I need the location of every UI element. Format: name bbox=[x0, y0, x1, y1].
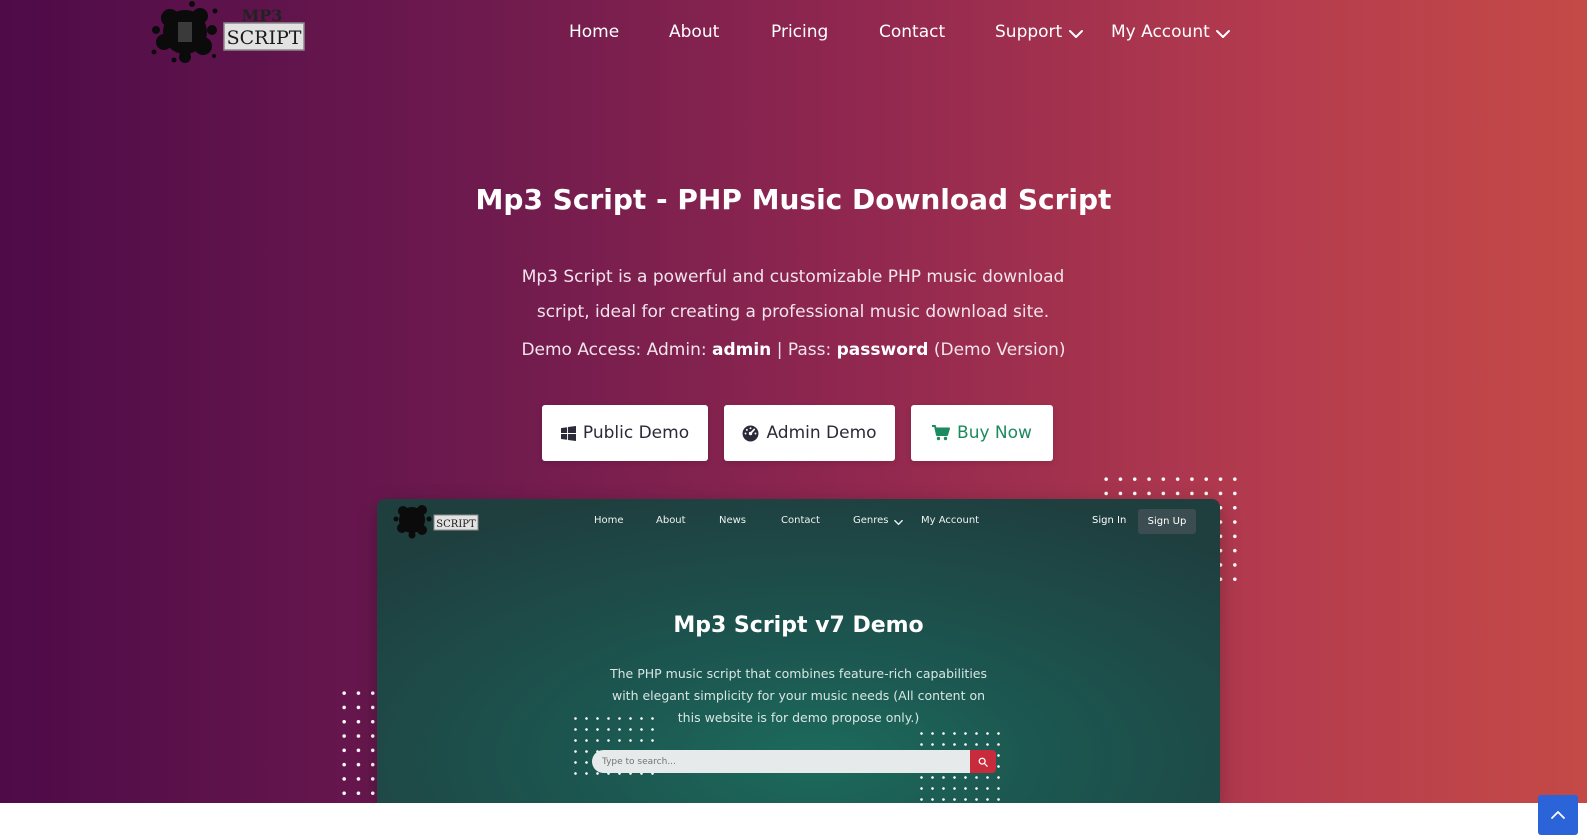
chevron-down-icon[interactable] bbox=[1067, 25, 1085, 43]
access-suffix: (Demo Version) bbox=[933, 340, 1066, 360]
nav-home[interactable]: Home bbox=[569, 20, 619, 44]
nav-my-account[interactable]: My Account bbox=[1111, 20, 1210, 44]
preview-nav-genres[interactable]: Genres bbox=[853, 515, 889, 526]
admin-demo-button[interactable]: Admin Demo bbox=[724, 405, 895, 461]
svg-text:SCRIPT: SCRIPT bbox=[436, 519, 476, 530]
nav-support[interactable]: Support bbox=[995, 20, 1062, 44]
demo-access-info: Demo Access: Admin: admin | Pass: passwo… bbox=[0, 333, 1587, 368]
admin-password: password bbox=[836, 340, 929, 360]
windows-icon bbox=[560, 425, 576, 441]
preview-nav-about[interactable]: About bbox=[656, 515, 686, 526]
hero-description: Mp3 Script is a powerful and customizabl… bbox=[521, 267, 1065, 322]
chevron-up-icon bbox=[1551, 811, 1565, 819]
hero-section: MP3 SCRIPT Home About Pricing Contact Su… bbox=[0, 0, 1587, 803]
preview-sign-in[interactable]: Sign In bbox=[1092, 515, 1126, 526]
preview-description: The PHP music script that combines featu… bbox=[609, 666, 988, 725]
access-separator: | bbox=[776, 340, 783, 360]
buy-now-button[interactable]: Buy Now bbox=[911, 405, 1053, 461]
demo-preview: SCRIPT Home About News Contact Genres My… bbox=[377, 499, 1220, 803]
cart-icon bbox=[932, 425, 951, 441]
preview-nav-my-account[interactable]: My Account bbox=[921, 515, 979, 526]
preview-logo: SCRIPT bbox=[393, 505, 479, 539]
nav-contact[interactable]: Contact bbox=[879, 20, 945, 44]
page-title: Mp3 Script - PHP Music Download Script bbox=[475, 183, 1112, 216]
public-demo-label: Public Demo bbox=[582, 423, 690, 443]
decorative-dots bbox=[337, 686, 381, 803]
buy-now-label: Buy Now bbox=[957, 423, 1032, 443]
chevron-down-icon[interactable] bbox=[893, 517, 904, 528]
preview-nav-contact[interactable]: Contact bbox=[781, 515, 820, 526]
nav-pricing[interactable]: Pricing bbox=[771, 20, 828, 44]
preview-search-button[interactable] bbox=[970, 750, 996, 773]
public-demo-button[interactable]: Public Demo bbox=[542, 405, 708, 461]
search-icon bbox=[978, 757, 988, 767]
main-nav: Home About Pricing Contact Support My Ac… bbox=[0, 20, 1587, 46]
preview-nav-home[interactable]: Home bbox=[594, 515, 624, 526]
nav-about[interactable]: About bbox=[669, 20, 719, 44]
access-prefix: Demo Access: Admin: bbox=[521, 340, 707, 360]
preview-nav-news[interactable]: News bbox=[719, 515, 746, 526]
back-to-top-button[interactable] bbox=[1538, 795, 1578, 835]
preview-search-input[interactable] bbox=[592, 750, 991, 773]
admin-demo-label: Admin Demo bbox=[766, 423, 877, 443]
admin-username: admin bbox=[712, 340, 772, 360]
preview-sign-up-button[interactable]: Sign Up bbox=[1138, 509, 1196, 534]
preview-title: Mp3 Script v7 Demo bbox=[673, 613, 924, 638]
chevron-down-icon[interactable] bbox=[1214, 25, 1232, 43]
dashboard-icon bbox=[742, 425, 759, 441]
pass-label: Pass: bbox=[787, 340, 832, 360]
